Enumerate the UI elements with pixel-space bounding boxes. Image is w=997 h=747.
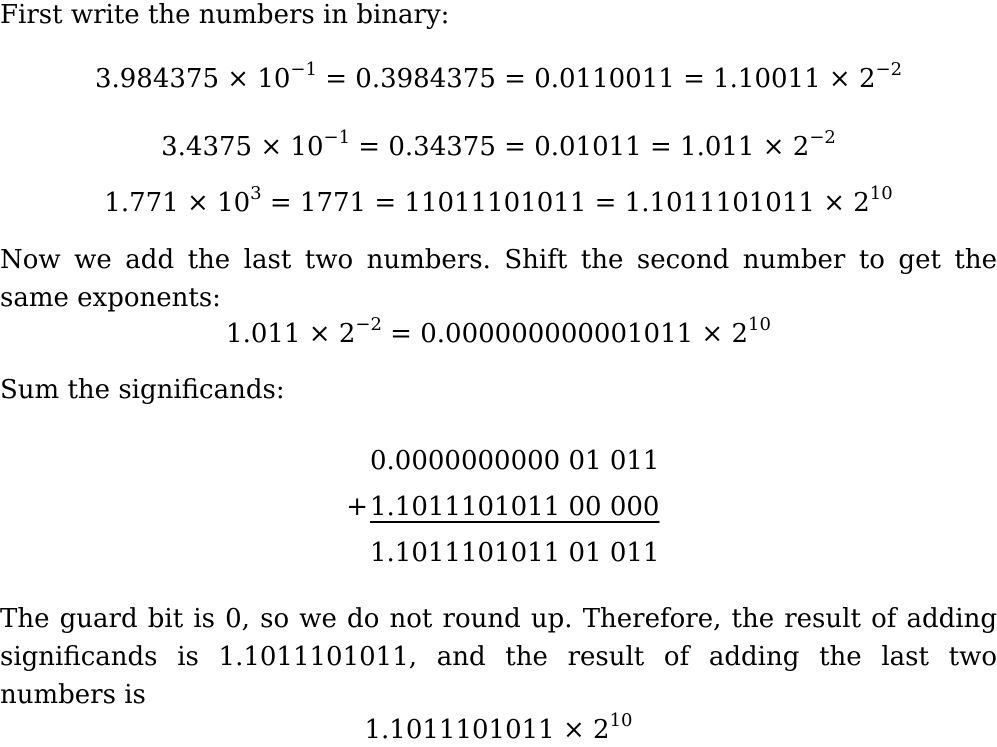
eq4-times: × (308, 319, 331, 349)
document-page: First write the numbers in binary: 3.984… (0, 0, 997, 745)
significand-sum: 0.0000000000 01 011 + 1.1011101011 00 00… (340, 438, 660, 576)
eq1-rest: = 0.3984375 = 0.0110011 = 1.10011 (316, 64, 829, 94)
plus-sign: + (346, 492, 368, 522)
eq2-base: 10 (290, 132, 324, 162)
eq1-times: × (227, 64, 250, 94)
shift-paragraph: Now we add the last two numbers. Shift t… (0, 245, 997, 313)
equation-1: 3.984375 × 10−1 = 0.3984375 = 0.0110011 … (0, 59, 997, 96)
sum-result-value: 1.1011101011 01 011 (370, 538, 660, 568)
sum-row-1-value: 0.0000000000 01 011 (370, 446, 660, 476)
eq3-mantissa: 1.771 (104, 188, 179, 218)
eq4-base2: 2 (731, 319, 749, 349)
eq2-rest: = 0.34375 = 0.01011 = 1.011 (350, 132, 763, 162)
final-base: 2 (593, 715, 610, 745)
eq1-exponent: −1 (290, 59, 317, 80)
eq2-exponent: −1 (323, 127, 351, 148)
eq2-exponent2: −2 (809, 127, 836, 148)
sum-intro-text: Sum the significands: (0, 375, 285, 405)
eq4-rhs: = 0.000000000001011 (381, 319, 702, 349)
eq3-base: 10 (217, 188, 251, 218)
eq2-mantissa: 3.4375 (161, 132, 253, 162)
eq3-base2: 2 (853, 188, 870, 218)
sum-row-1: 0.0000000000 01 011 (340, 438, 660, 484)
intro-text: First write the numbers in binary: (0, 0, 450, 30)
sum-result-row: 1.1011101011 01 011 (340, 530, 660, 576)
eq3-times2: × (823, 188, 854, 218)
eq3-times: × (187, 188, 209, 218)
final-mantissa: 1.1011101011 (364, 715, 555, 745)
guard-bit-paragraph: The guard bit is 0, so we do not round u… (0, 604, 997, 710)
eq1-times2: × (828, 64, 859, 94)
eq2-base2: 2 (792, 132, 810, 162)
eq2-times2: × (762, 132, 793, 162)
eq1-exponent2: −2 (875, 59, 903, 80)
eq4-times2: × (701, 319, 732, 349)
sum-row-2: + 1.1011101011 00 000 (340, 484, 660, 530)
eq3-exponent: 3 (250, 183, 262, 204)
eq2-times: × (260, 132, 283, 162)
eq4-lhs: 1.011 (226, 319, 301, 349)
final-exponent: 10 (609, 710, 633, 731)
eq3-rest: = 1771 = 11011101011 = 1.1011101011 (261, 188, 824, 218)
eq4-exponent2: 10 (748, 314, 771, 335)
sum-row-2-value: 1.1011101011 00 000 (370, 492, 660, 522)
final-times: × (562, 715, 585, 745)
equation-3: 1.771 × 103 = 1771 = 11011101011 = 1.101… (0, 183, 997, 220)
eq3-exponent2: 10 (869, 183, 893, 204)
equation-4: 1.011 × 2−2 = 0.000000000001011 × 210 (0, 314, 997, 351)
eq1-base2: 2 (858, 64, 876, 94)
eq1-base: 10 (257, 64, 291, 94)
eq4-exponent: −2 (355, 314, 382, 335)
equation-2: 3.4375 × 10−1 = 0.34375 = 0.01011 = 1.01… (0, 127, 997, 164)
eq4-base: 2 (338, 319, 356, 349)
eq1-mantissa: 3.984375 (94, 64, 219, 94)
